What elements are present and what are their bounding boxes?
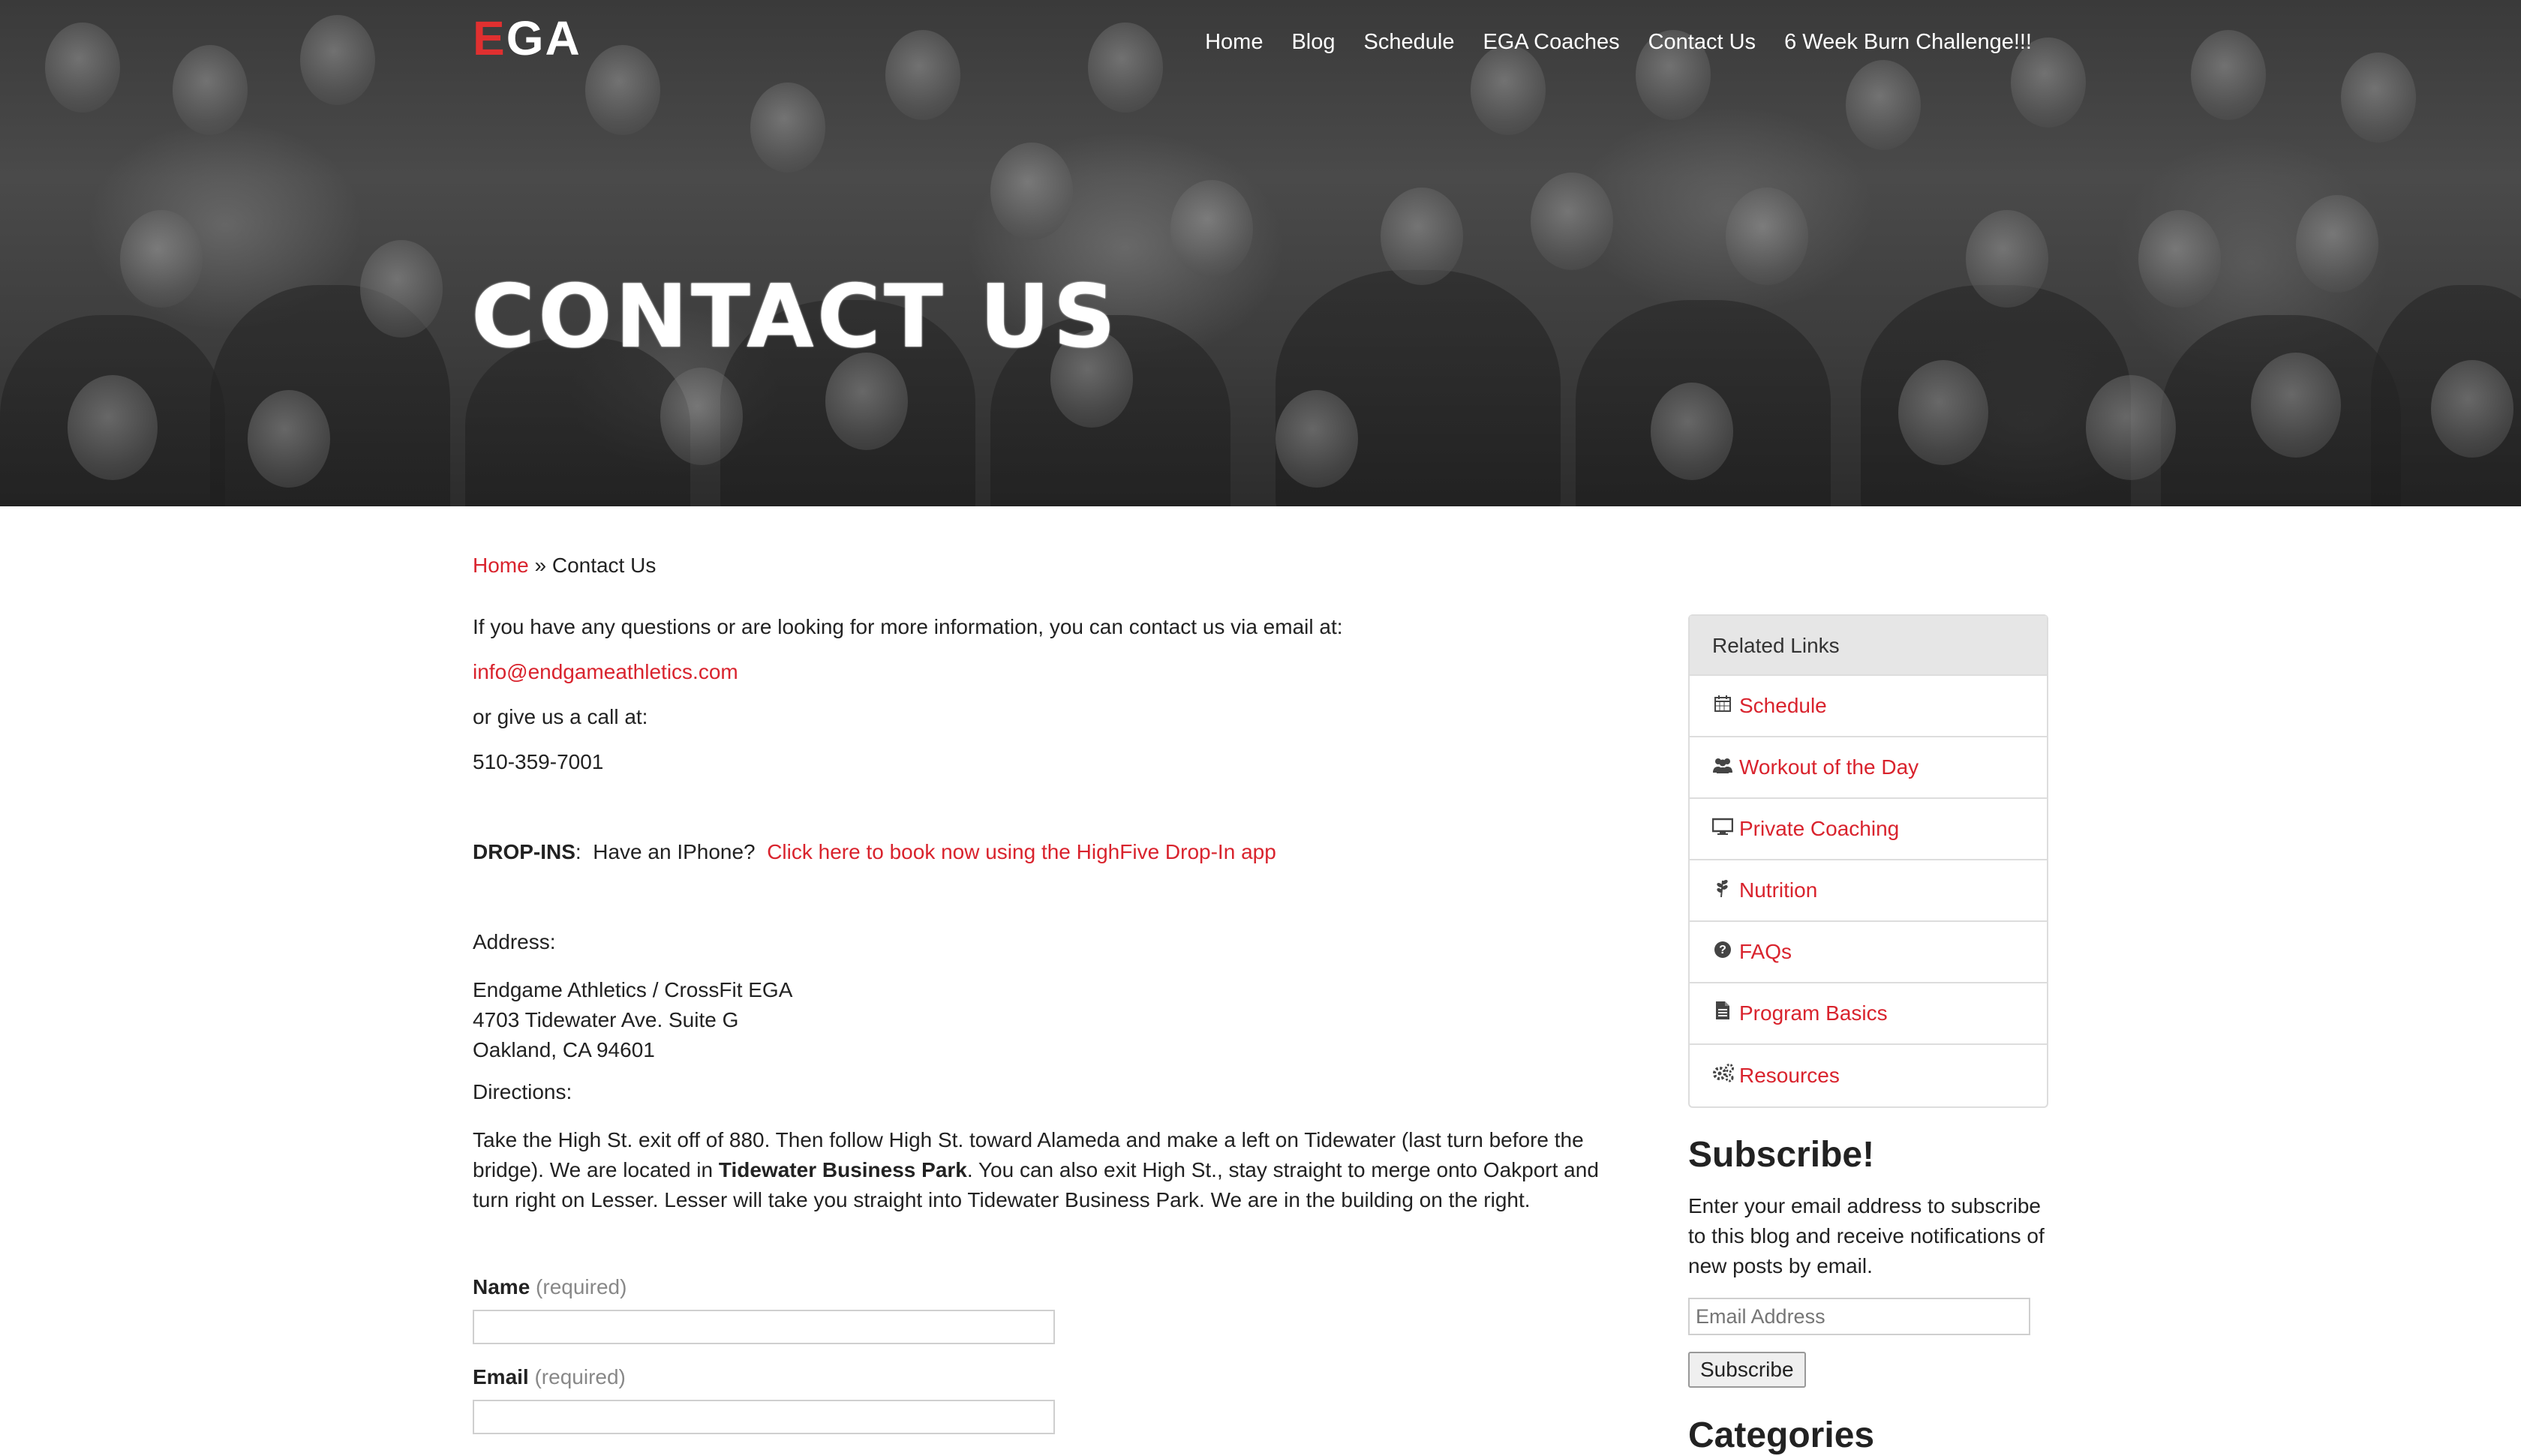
required-hint: (required) bbox=[536, 1275, 627, 1298]
nav-schedule[interactable]: Schedule bbox=[1364, 30, 1455, 55]
sidebar-item-wod[interactable]: Workout of the Day bbox=[1690, 737, 2047, 799]
subscribe-heading: Subscribe! bbox=[1688, 1135, 1875, 1175]
dropins-line: DROP-INS: Have an IPhone? Click here to … bbox=[473, 840, 1276, 864]
email-field-label: Email (required) bbox=[473, 1365, 626, 1389]
subscribe-description: Enter your email address to subscribe to… bbox=[1688, 1194, 2045, 1277]
sidebar-item-program-basics[interactable]: Program Basics bbox=[1690, 983, 2047, 1045]
phone-number: 510-359-7001 bbox=[473, 750, 604, 773]
sidebar-item-nutrition[interactable]: Nutrition bbox=[1690, 860, 2047, 922]
intro-text: If you have any questions or are looking… bbox=[473, 615, 1343, 638]
document-icon bbox=[1712, 983, 1733, 1043]
sidebar-item-resources[interactable]: Resources bbox=[1690, 1045, 2047, 1106]
question-circle-icon: ? bbox=[1712, 922, 1733, 982]
highfive-app-link[interactable]: Click here to book now using the HighFiv… bbox=[767, 840, 1276, 863]
related-links-panel: Related Links Schedule Workout of the Da… bbox=[1688, 614, 2048, 1108]
email-link[interactable]: info@endgameathletics.com bbox=[473, 660, 738, 684]
breadcrumb-separator: » bbox=[528, 554, 552, 577]
sidebar-item-label: Program Basics bbox=[1739, 1001, 1888, 1025]
directions-text: Take the High St. exit off of 880. Then … bbox=[473, 1125, 1613, 1215]
svg-text:?: ? bbox=[1719, 944, 1726, 956]
address-line: Oakland, CA 94601 bbox=[473, 1038, 655, 1061]
calendar-icon bbox=[1712, 676, 1733, 736]
dropins-text: : Have an IPhone? bbox=[575, 840, 756, 863]
site-logo[interactable]: EGA bbox=[473, 11, 581, 66]
email-input[interactable] bbox=[473, 1400, 1055, 1434]
logo-accent: E bbox=[473, 11, 506, 65]
nav-home[interactable]: Home bbox=[1205, 30, 1263, 55]
sidebar-item-label: Resources bbox=[1739, 1064, 1840, 1087]
dropins-label: DROP-INS bbox=[473, 840, 575, 863]
email-label: Email bbox=[473, 1365, 529, 1388]
hero-banner: EGA Home Blog Schedule EGA Coaches Conta… bbox=[0, 0, 2521, 506]
address-block: Endgame Athletics / CrossFit EGA 4703 Ti… bbox=[473, 975, 792, 1065]
sidebar-item-label: Private Coaching bbox=[1739, 817, 1900, 840]
subscribe-email-input[interactable] bbox=[1688, 1298, 2030, 1335]
tidewater-business-park: Tidewater Business Park bbox=[718, 1158, 967, 1181]
nav-ega-coaches[interactable]: EGA Coaches bbox=[1483, 30, 1619, 55]
monitor-icon bbox=[1711, 799, 1734, 859]
wheat-icon bbox=[1712, 860, 1733, 920]
sidebar-item-label: FAQs bbox=[1739, 940, 1792, 963]
address-label: Address: bbox=[473, 930, 556, 953]
breadcrumb: Home » Contact Us bbox=[473, 554, 656, 578]
nav-blog[interactable]: Blog bbox=[1291, 30, 1335, 55]
gears-icon bbox=[1712, 1046, 1734, 1106]
main-nav: Home Blog Schedule EGA Coaches Contact U… bbox=[1205, 30, 2032, 55]
hero-photo bbox=[0, 0, 2521, 506]
required-hint: (required) bbox=[534, 1365, 626, 1388]
sidebar-item-schedule[interactable]: Schedule bbox=[1690, 676, 2047, 737]
sidebar-item-label: Nutrition bbox=[1739, 878, 1818, 902]
sidebar-item-faqs[interactable]: ? FAQs bbox=[1690, 922, 2047, 983]
related-links-title: Related Links bbox=[1690, 616, 2047, 676]
breadcrumb-home-link[interactable]: Home bbox=[473, 554, 529, 577]
categories-heading: Categories bbox=[1688, 1415, 1875, 1455]
sidebar-item-private-coaching[interactable]: Private Coaching bbox=[1690, 799, 2047, 860]
name-label: Name bbox=[473, 1275, 530, 1298]
directions-label: Directions: bbox=[473, 1080, 572, 1103]
sidebar-item-label: Schedule bbox=[1739, 694, 1827, 717]
address-line: Endgame Athletics / CrossFit EGA bbox=[473, 978, 793, 1001]
breadcrumb-current: Contact Us bbox=[551, 554, 657, 577]
address-line: 4703 Tidewater Ave. Suite G bbox=[473, 1008, 739, 1031]
users-icon bbox=[1712, 737, 1733, 797]
logo-rest: GA bbox=[506, 11, 581, 65]
subscribe-button[interactable]: Subscribe bbox=[1688, 1352, 1806, 1388]
nav-contact-us[interactable]: Contact Us bbox=[1648, 30, 1756, 55]
name-input[interactable] bbox=[473, 1310, 1055, 1344]
nav-burn-challenge[interactable]: 6 Week Burn Challenge!!! bbox=[1784, 30, 2032, 55]
name-field-label: Name (required) bbox=[473, 1275, 626, 1299]
call-text: or give us a call at: bbox=[473, 705, 648, 728]
sidebar-item-label: Workout of the Day bbox=[1739, 755, 1919, 779]
page-title: CONTACT US bbox=[471, 266, 1119, 368]
